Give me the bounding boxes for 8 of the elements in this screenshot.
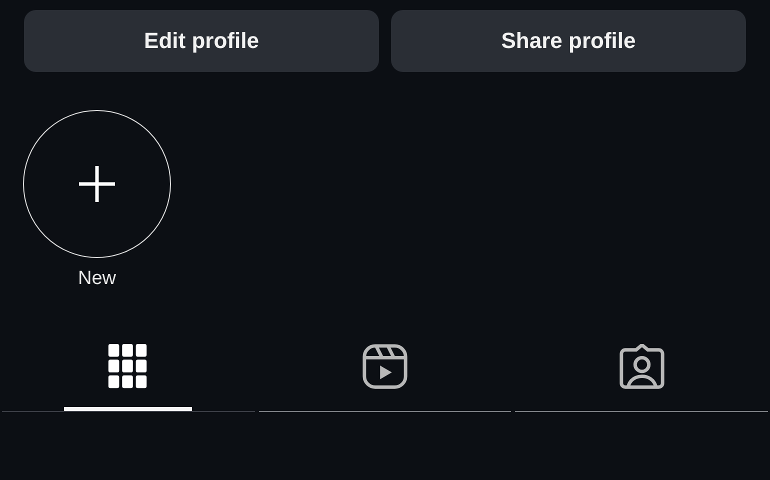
tagged-person-icon	[618, 344, 665, 390]
profile-action-button[interactable]: Share profile	[391, 10, 746, 72]
new-highlight-button[interactable]	[23, 110, 171, 258]
highlight-label: New	[78, 268, 116, 290]
reels-icon	[362, 344, 408, 390]
profile-action-button[interactable]: Edit profile	[24, 10, 379, 72]
plus-icon	[78, 165, 116, 203]
grid-icon	[108, 344, 148, 390]
